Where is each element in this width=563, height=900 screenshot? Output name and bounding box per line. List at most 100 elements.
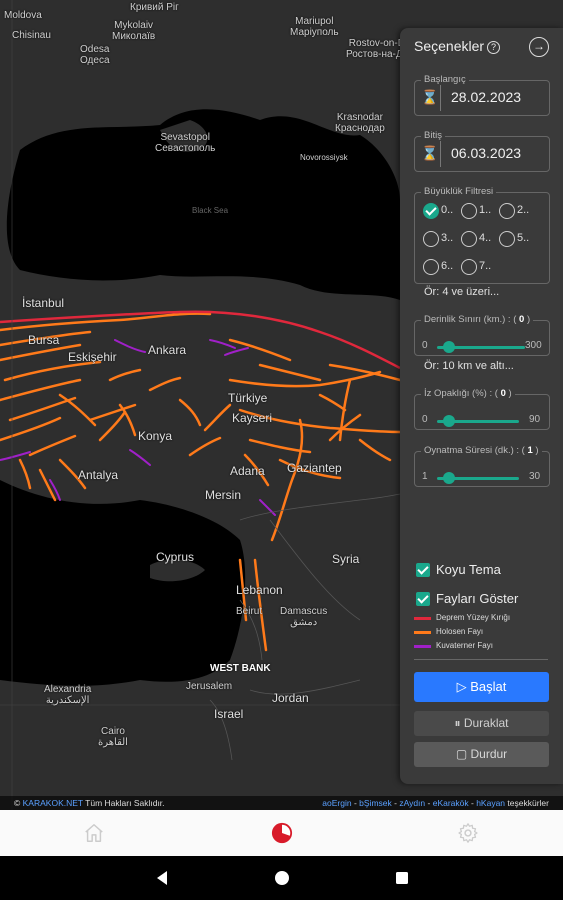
map-label-sevastopol: Sevastopol Севастополь: [155, 132, 216, 154]
start-date-value: 28.02.2023: [451, 89, 522, 105]
copyright: © KARAKOK.NET Tüm Hakları Saklıdır.: [14, 796, 165, 810]
opacity-min: 0: [422, 414, 428, 425]
home-circle-icon[interactable]: [274, 870, 290, 886]
credit-name[interactable]: zAydın: [399, 798, 425, 808]
duration-slider[interactable]: Oynatma Süresi (dk.) : ( 1 ) 1 30: [414, 445, 550, 487]
thanks-text: teşekkürler: [507, 798, 549, 808]
map-label-israel: Israel: [214, 707, 244, 721]
map-label-konya: Konya: [138, 429, 173, 443]
legend-label: Holosen Fayı: [436, 627, 484, 636]
opacity-value: 0: [500, 388, 506, 399]
duration-label-text: Oynatma Süresi (dk.) :: [424, 445, 520, 456]
copyright-symbol: ©: [14, 798, 21, 808]
map-label-black-sea: Black Sea: [192, 206, 229, 215]
end-date-label: Bitiş: [421, 130, 445, 141]
magnitude-radio-6[interactable]: [423, 259, 439, 275]
back-icon[interactable]: [154, 870, 170, 886]
magnitude-radio-2[interactable]: [499, 203, 515, 219]
map-label-cyprus: Cyprus: [156, 550, 195, 564]
duration-thumb[interactable]: [443, 472, 455, 484]
pause-button[interactable]: ⏸ Duraklat: [414, 711, 549, 736]
magnitude-filter-label: Büyüklük Filtresi: [421, 186, 497, 197]
map-label-novorossiysk: Novorossiysk: [300, 153, 348, 162]
magnitude-radio-3[interactable]: [423, 231, 439, 247]
magnitude-radio-0[interactable]: [423, 203, 439, 219]
depth-label-text: Derinlik Sınırı (km.) :: [424, 314, 511, 325]
credit-name[interactable]: aoErgin: [322, 798, 351, 808]
help-icon[interactable]: ?: [487, 40, 501, 54]
map-label-kryvyi: Кривий Ріг: [130, 2, 179, 13]
magnitude-radio-4[interactable]: [461, 231, 477, 247]
map-label-mykolaiv: Mykolaiv Миколаїв: [112, 20, 156, 42]
map-label-lebanon: Lebanon: [236, 583, 283, 597]
recents-icon[interactable]: [394, 870, 410, 886]
system-nav-bar: [0, 856, 563, 900]
options-panel: Seçenekler? → Başlangıç ⌛ 28.02.2023 Bit…: [400, 28, 563, 784]
magnitude-option-label: 1..: [479, 204, 492, 216]
map-label-istanbul: İstanbul: [22, 296, 65, 310]
map-label-eskisehir: Eskişehir: [68, 350, 117, 364]
opacity-slider[interactable]: İz Opaklığı (%) : ( 0 ) 0 90: [414, 388, 550, 430]
depth-min: 0: [422, 340, 428, 351]
legend-swatch: [414, 617, 431, 620]
duration-value: 1: [527, 445, 533, 456]
karakok-logo-icon[interactable]: [271, 822, 293, 844]
rights-text: Tüm Hakları Saklıdır.: [85, 798, 165, 808]
map-label-moldova: Moldova: [4, 10, 42, 21]
home-icon[interactable]: [83, 822, 105, 844]
karakok-link[interactable]: KARAKOK.NET: [23, 798, 83, 808]
gear-icon[interactable]: [457, 822, 479, 844]
panel-divider: [414, 659, 548, 660]
magnitude-radio-7[interactable]: [461, 259, 477, 275]
map-label-antalya: Antalya: [78, 468, 119, 482]
stop-button[interactable]: ▢ Durdur: [414, 742, 549, 767]
date-separator: [440, 85, 441, 111]
map-label-jordan: Jordan: [272, 691, 309, 705]
depth-value: 0: [519, 314, 525, 325]
magnitude-radio-5[interactable]: [499, 231, 515, 247]
map-label-damascus: Damascus دمشق: [280, 606, 328, 628]
end-date-field[interactable]: Bitiş ⌛ 06.03.2023: [414, 130, 550, 172]
duration-min: 1: [422, 471, 428, 482]
opacity-label: İz Opaklığı (%) : ( 0 ): [421, 388, 515, 399]
opacity-thumb[interactable]: [443, 415, 455, 427]
magnitude-filter: Büyüklük Filtresi 0.. 1.. 2.. 3.. 4.. 5.…: [414, 186, 550, 284]
legend-swatch: [414, 631, 431, 634]
map-label-west-bank: WEST BANK: [210, 663, 271, 674]
show-faults-label: Fayları Göster: [436, 591, 519, 606]
map-label-adana: Adana: [230, 464, 265, 478]
magnitude-option-label: 5..: [517, 232, 530, 244]
depth-thumb[interactable]: [443, 341, 455, 353]
credit-name[interactable]: eKarakök: [433, 798, 469, 808]
legend-label: Deprem Yüzey Kırığı: [436, 613, 511, 622]
options-title: Seçenekler?: [414, 38, 501, 54]
map-label-ankara: Ankara: [148, 343, 187, 357]
magnitude-option-label: 0..: [441, 204, 454, 216]
start-button[interactable]: ▷ Başlat: [414, 672, 549, 702]
map-label-gaziantep: Gaziantep: [287, 461, 342, 475]
magnitude-note: Ör: 4 ve üzeri...: [424, 286, 500, 298]
depth-label: Derinlik Sınırı (km.) : ( 0 ): [421, 314, 534, 325]
map-label-bursa: Bursa: [28, 333, 60, 347]
depth-slider[interactable]: Derinlik Sınırı (km.) : ( 0 ) 0 300: [414, 314, 550, 356]
magnitude-option-label: 3..: [441, 232, 454, 244]
hourglass-icon: ⌛: [421, 145, 439, 161]
map-label-alexandria: Alexandria الإسكندرية: [44, 684, 92, 706]
legend-label: Kuvaterner Fayı: [436, 641, 493, 650]
credit-name[interactable]: hKayan: [476, 798, 505, 808]
start-date-field[interactable]: Başlangıç ⌛ 28.02.2023: [414, 74, 550, 116]
hourglass-icon: ⌛: [421, 89, 439, 105]
magnitude-option-label: 6..: [441, 260, 454, 272]
date-separator: [440, 141, 441, 167]
map-label-beirut: Beirut: [236, 606, 263, 617]
map-label-mersin: Mersin: [205, 488, 242, 502]
end-date-value: 06.03.2023: [451, 145, 522, 161]
opacity-label-text: İz Opaklığı (%) :: [424, 388, 493, 399]
credit-name[interactable]: bŞimsek: [359, 798, 392, 808]
dark-theme-checkbox[interactable]: [416, 563, 430, 577]
show-faults-checkbox[interactable]: [416, 592, 430, 606]
map-label-kayseri: Kayseri: [232, 411, 273, 425]
magnitude-radio-1[interactable]: [461, 203, 477, 219]
collapse-arrow-icon[interactable]: →: [529, 37, 549, 57]
map-label-krasnodar: Krasnodar Краснодар: [335, 112, 385, 134]
